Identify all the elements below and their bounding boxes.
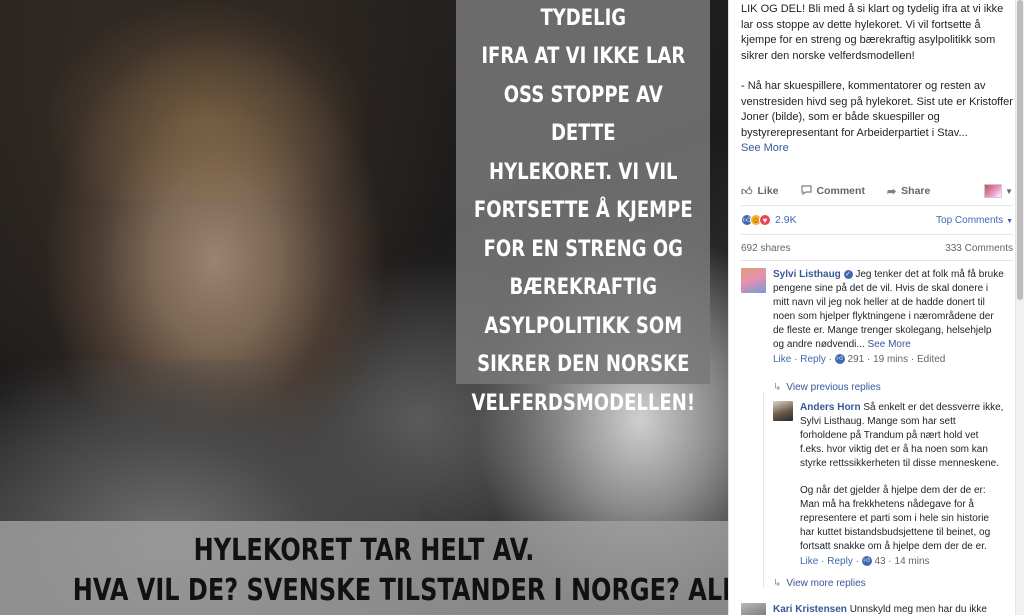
quote-line: ASYLPOLITIKK SOM	[484, 313, 682, 339]
share-icon: ➦	[886, 185, 897, 198]
reply-arrow-icon: ↳	[773, 382, 782, 393]
like-reaction-icon: 👍︎	[834, 354, 845, 365]
comment-body: Sylvi Listhaug ✓ Jeg tenker det at folk …	[773, 268, 1005, 352]
quote-text: Å SI KLART OG TYDELIG IFRA AT VI IKKE LA…	[471, 0, 695, 423]
engagement-counts: 692 shares 333 Comments	[741, 243, 1013, 254]
post-paragraph: LIK OG DEL! Bli med å si klart og tydeli…	[741, 3, 1004, 62]
like-button-label: Like	[757, 185, 779, 197]
reply-comment: Anders Horn Så enkelt er det dessverre i…	[773, 401, 1013, 567]
comment-text: Jeg tenker det at folk må få bruke penge…	[773, 269, 1004, 350]
bottom-caption-line: HVA VIL DE? SVENSKE TILSTANDER I NORGE? …	[72, 573, 728, 608]
quote-line: HYLEKORET. VI VIL	[488, 159, 678, 185]
commenter-name[interactable]: Kari Kristensen	[773, 604, 847, 615]
post-side-panel: LIK OG DEL! Bli med å si klart og tydeli…	[728, 0, 1024, 615]
comment-button-label: Comment	[816, 185, 865, 197]
quote-line: VELFERDSMODELLEN!	[471, 390, 695, 416]
avatar[interactable]	[773, 401, 793, 421]
divider	[741, 234, 1013, 235]
shares-count[interactable]: 692 shares	[741, 243, 790, 254]
view-more-replies-link[interactable]: ↳ View more replies	[773, 578, 866, 589]
avatar[interactable]	[741, 603, 766, 615]
love-reaction-icon[interactable]: ♥	[759, 214, 771, 226]
quote-line: FORTSETTE Å KJEMPE	[473, 198, 693, 223]
reply-reply-link[interactable]: Reply	[827, 556, 853, 567]
post-paragraph: - Nå har skuespillere, kommentatorer og …	[741, 79, 1013, 157]
quote-line: IFRA AT VI IKKE LAR	[481, 44, 685, 69]
quote-line: OSS STOPPE AV DETTE	[503, 82, 663, 147]
thumbs-up-icon: 👍︎	[741, 185, 753, 198]
post-paragraph-text: - Nå har skuespillere, kommentatorer og …	[741, 80, 1013, 139]
top-comments-dropdown[interactable]: Top Comments ▼	[936, 215, 1013, 226]
like-reaction-icon: 👍︎	[861, 556, 872, 567]
like-button[interactable]: 👍︎ Like	[741, 185, 779, 198]
reply-content: Anders Horn Så enkelt er det dessverre i…	[800, 401, 1005, 567]
reply-like-count[interactable]: 43	[875, 556, 886, 567]
post-see-more-link[interactable]: See More	[741, 142, 789, 154]
comment-like-count[interactable]: 291	[848, 354, 865, 365]
comment-icon	[800, 184, 812, 198]
reply-timestamp[interactable]: 14 mins	[895, 556, 930, 567]
bottom-caption-overlay: HYLEKORET TAR HELT AV. HVA VIL DE? SVENS…	[0, 521, 728, 615]
comment-body: Kari Kristensen Unnskyld meg men har du …	[773, 603, 1005, 615]
post-text: LIK OG DEL! Bli med å si klart og tydeli…	[741, 2, 1013, 157]
view-previous-replies-link[interactable]: ↳ View previous replies	[773, 382, 881, 393]
bottom-caption-line: HYLEKORET TAR HELT AV.	[193, 533, 535, 568]
quote-line: FOR EN STRENG OG	[483, 236, 683, 262]
photo-hair-shading	[40, 0, 370, 200]
comment-content: Sylvi Listhaug ✓ Jeg tenker det at folk …	[773, 268, 1005, 365]
comment-like-link[interactable]: Like	[773, 354, 791, 365]
reply-body: Anders Horn Så enkelt er det dessverre i…	[800, 401, 1005, 471]
thread-line	[763, 392, 764, 588]
comment-reply-link[interactable]: Reply	[800, 354, 826, 365]
comment-edited-label[interactable]: Edited	[917, 354, 945, 365]
page-avatar-selector[interactable]	[984, 184, 1003, 198]
view-more-replies-label: View more replies	[786, 578, 866, 589]
scrollbar-thumb[interactable]	[1017, 0, 1023, 300]
share-button-label: Share	[901, 185, 931, 197]
comment: Sylvi Listhaug ✓ Jeg tenker det at folk …	[741, 268, 1013, 365]
share-button[interactable]: ➦ Share	[887, 185, 930, 198]
divider	[741, 205, 1013, 206]
comment-see-more-link[interactable]: See More	[868, 339, 911, 350]
quote-line: SIKRER DEN NORSKE	[476, 352, 690, 377]
reply-like-link[interactable]: Like	[800, 556, 818, 567]
reply-arrow-icon: ↳	[773, 578, 782, 589]
quote-overlay: Å SI KLART OG TYDELIG IFRA AT VI IKKE LA…	[456, 0, 710, 416]
avatar[interactable]	[741, 268, 766, 293]
post-photo[interactable]: Å SI KLART OG TYDELIG IFRA AT VI IKKE LA…	[0, 0, 728, 615]
reaction-count[interactable]: 2.9K	[775, 214, 797, 226]
reply-text-paragraph: Og når det gjelder å hjelpe dem der de e…	[800, 485, 991, 552]
post-action-bar: 👍︎ Like Comment ➦ Share ▼	[741, 181, 1013, 201]
chevron-down-icon: ▼	[1006, 217, 1013, 225]
quote-line: BÆREKRAFTIG	[509, 275, 657, 300]
divider	[741, 260, 1013, 261]
commenter-name[interactable]: Anders Horn	[800, 402, 861, 413]
quote-line: Å SI KLART OG TYDELIG	[540, 5, 626, 31]
chevron-down-icon[interactable]: ▼	[1005, 187, 1013, 196]
view-previous-replies-label: View previous replies	[786, 382, 881, 393]
reply-meta: Like · Reply · 👍︎ 43 · 14 mins	[800, 556, 930, 567]
reactions-row: 👍︎ ☺ ♥ 2.9K Top Comments ▼	[741, 211, 1013, 229]
scrollbar[interactable]	[1015, 0, 1024, 615]
commenter-name[interactable]: Sylvi Listhaug	[773, 269, 841, 280]
top-comments-label: Top Comments	[936, 214, 1004, 226]
comment-meta: Like · Reply · 👍︎ 291 · 19 mins · Edited	[773, 354, 946, 365]
comment-text: Unnskyld meg men har du ikke	[849, 604, 987, 615]
comment-button[interactable]: Comment	[800, 184, 865, 198]
comment-timestamp[interactable]: 19 mins	[873, 354, 908, 365]
comments-count[interactable]: 333 Comments	[945, 243, 1013, 254]
verified-badge-icon: ✓	[843, 269, 853, 279]
comment: Kari Kristensen Unnskyld meg men har du …	[741, 603, 1013, 615]
